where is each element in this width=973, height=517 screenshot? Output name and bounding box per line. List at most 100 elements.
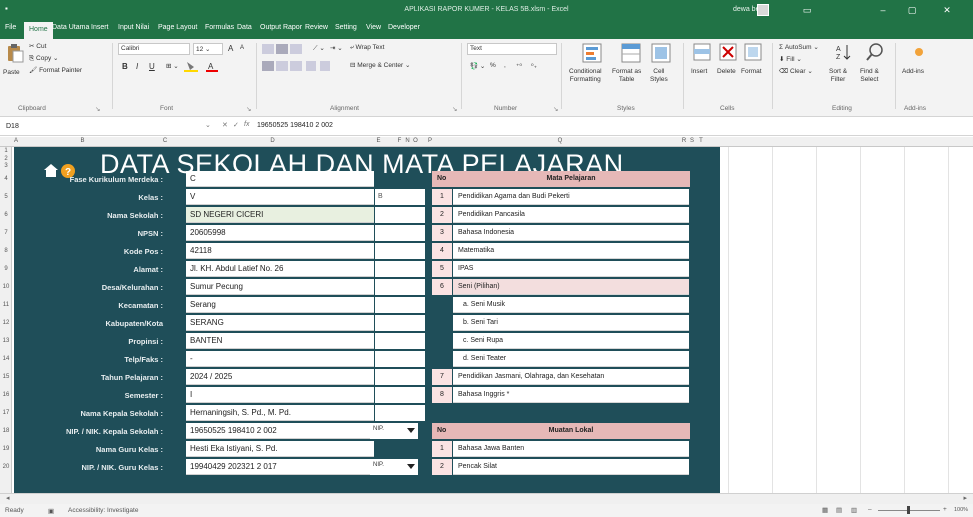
- field-value[interactable]: 19940429 202321 2 017: [186, 459, 374, 475]
- column-header-f[interactable]: F: [395, 138, 404, 144]
- page-break-view-icon[interactable]: ▥: [851, 506, 857, 514]
- row-header-5[interactable]: 5: [0, 194, 12, 200]
- row-header-10[interactable]: 10: [0, 284, 12, 290]
- tab-home[interactable]: Home: [24, 22, 53, 39]
- column-e-cell[interactable]: [375, 405, 425, 421]
- ribbon-display-icon[interactable]: ▭: [800, 3, 814, 17]
- sort-filter-button[interactable]: Sort & Filter: [829, 68, 847, 84]
- accessibility-status[interactable]: Accessibility: Investigate: [68, 507, 138, 514]
- horizontal-scrollbar[interactable]: ◂ ▸: [0, 493, 973, 504]
- row-header-1[interactable]: 1: [0, 148, 12, 154]
- merge-center-button[interactable]: ⊟ Merge & Center ⌄: [350, 61, 410, 69]
- horizontal-align-icons[interactable]: [262, 61, 332, 71]
- number-launcher-icon[interactable]: ↘: [553, 105, 558, 113]
- column-header-n[interactable]: N: [404, 138, 411, 144]
- row-header-9[interactable]: 9: [0, 266, 12, 272]
- comma-style-button[interactable]: ,: [504, 62, 506, 69]
- decrease-decimal-button[interactable]: ⁰₊: [531, 62, 537, 70]
- indent-button[interactable]: ⇥ ⌄: [330, 44, 343, 52]
- row-header-17[interactable]: 17: [0, 410, 12, 416]
- tab-formulas[interactable]: Formulas: [205, 24, 234, 31]
- row-header-3[interactable]: 3: [0, 163, 12, 169]
- local-subject-row[interactable]: 1 Bahasa Jawa Banten: [432, 441, 690, 457]
- field-value[interactable]: SD NEGERI CICERI: [186, 207, 374, 223]
- row-header-6[interactable]: 6: [0, 212, 12, 218]
- tab-file[interactable]: File: [5, 24, 16, 31]
- column-header-s[interactable]: S: [688, 138, 696, 144]
- paste-icon[interactable]: [6, 43, 24, 63]
- macro-record-icon[interactable]: ▣: [48, 507, 54, 515]
- subject-row[interactable]: b. Seni Tari: [432, 315, 690, 331]
- row-header-4[interactable]: 4: [0, 176, 12, 182]
- tab-developer[interactable]: Developer: [388, 24, 420, 31]
- subject-row[interactable]: a. Seni Musik: [432, 297, 690, 313]
- alignment-launcher-icon[interactable]: ↘: [452, 105, 457, 113]
- zoom-slider-thumb[interactable]: [907, 506, 910, 514]
- column-e-cell[interactable]: [375, 207, 425, 223]
- cell-styles-button[interactable]: Cell Styles: [650, 68, 668, 84]
- subject-row[interactable]: 5 IPAS: [432, 261, 690, 277]
- subject-row[interactable]: 3 Bahasa Indonesia: [432, 225, 690, 241]
- cancel-entry-icon[interactable]: ✕: [222, 121, 228, 129]
- paste-button[interactable]: Paste: [3, 69, 20, 76]
- row-header-16[interactable]: 16: [0, 392, 12, 398]
- name-box[interactable]: D18: [2, 120, 122, 133]
- subject-row[interactable]: 8 Bahasa Inggris *: [432, 387, 690, 403]
- cell-styles-icon[interactable]: [651, 43, 673, 63]
- column-e-cell[interactable]: [375, 351, 425, 367]
- bold-button[interactable]: B: [122, 62, 128, 71]
- column-e-cell[interactable]: [375, 369, 425, 385]
- tab-review[interactable]: Review: [305, 24, 328, 31]
- increase-decimal-button[interactable]: ⁺⁰: [516, 62, 522, 70]
- column-e-cell[interactable]: [375, 387, 425, 403]
- row-header-13[interactable]: 13: [0, 338, 12, 344]
- font-color-icon[interactable]: A: [206, 61, 218, 72]
- subject-row[interactable]: 1 Pendidikan Agama dan Budi Pekerti: [432, 189, 690, 205]
- name-box-dropdown-icon[interactable]: ⌄: [205, 121, 211, 129]
- column-header-p[interactable]: P: [420, 138, 440, 144]
- fill-button[interactable]: ⬇ Fill ⌄: [779, 55, 802, 63]
- column-e-cell[interactable]: [375, 261, 425, 277]
- page-layout-view-icon[interactable]: ▤: [836, 506, 842, 514]
- field-value[interactable]: I: [186, 387, 374, 403]
- copy-button[interactable]: ⎘ Copy ⌄: [29, 54, 58, 63]
- delete-cells-button[interactable]: Delete: [717, 68, 736, 75]
- format-cells-icon[interactable]: [744, 43, 762, 61]
- subject-row[interactable]: d. Seni Teater: [432, 351, 690, 367]
- field-value[interactable]: 20605998: [186, 225, 374, 241]
- orientation-button[interactable]: ⟋ ⌄: [313, 44, 325, 53]
- avatar[interactable]: [757, 4, 769, 16]
- subject-row[interactable]: c. Seni Rupa: [432, 333, 690, 349]
- conditional-formatting-icon[interactable]: [582, 43, 604, 63]
- field-value[interactable]: -: [186, 351, 374, 367]
- accounting-format-button[interactable]: 💱 ⌄: [470, 62, 485, 70]
- field-value[interactable]: 42118: [186, 243, 374, 259]
- column-header-e[interactable]: E: [362, 138, 395, 144]
- number-format-dropdown[interactable]: Text: [467, 43, 557, 55]
- tab-setting[interactable]: Setting: [335, 24, 357, 31]
- format-as-table-button[interactable]: Format as Table: [612, 68, 641, 84]
- subject-row[interactable]: 7 Pendidikan Jasmani, Olahraga, dan Keseh…: [432, 369, 690, 385]
- field-value[interactable]: Serang: [186, 297, 374, 313]
- grow-font-button[interactable]: A: [228, 44, 233, 53]
- tab-input-nilai[interactable]: Input Nilai: [118, 24, 149, 31]
- underline-button[interactable]: U: [149, 62, 155, 71]
- vertical-align-icons[interactable]: [262, 44, 310, 54]
- local-subject-row[interactable]: 2 Pencak Silat: [432, 459, 690, 475]
- wrap-text-button[interactable]: ⤶ Wrap Text: [350, 44, 384, 52]
- clipboard-launcher-icon[interactable]: ↘: [95, 105, 100, 113]
- format-as-table-icon[interactable]: [621, 43, 643, 63]
- row-header-8[interactable]: 8: [0, 248, 12, 254]
- clear-button[interactable]: ⌫ Clear ⌄: [779, 67, 813, 75]
- nip-dropdown[interactable]: NIP.: [370, 459, 418, 475]
- column-header-o[interactable]: O: [411, 138, 420, 144]
- column-e-cell[interactable]: [375, 225, 425, 241]
- minimize-icon[interactable]: –: [876, 3, 890, 17]
- field-value[interactable]: Sumur Pecung: [186, 279, 374, 295]
- add-ins-button[interactable]: Add-ins: [902, 68, 924, 75]
- format-cells-button[interactable]: Format: [741, 68, 762, 75]
- column-e-cell[interactable]: B: [375, 189, 425, 205]
- row-header-18[interactable]: 18: [0, 428, 12, 434]
- row-header-19[interactable]: 19: [0, 446, 12, 452]
- column-e-cell[interactable]: [375, 243, 425, 259]
